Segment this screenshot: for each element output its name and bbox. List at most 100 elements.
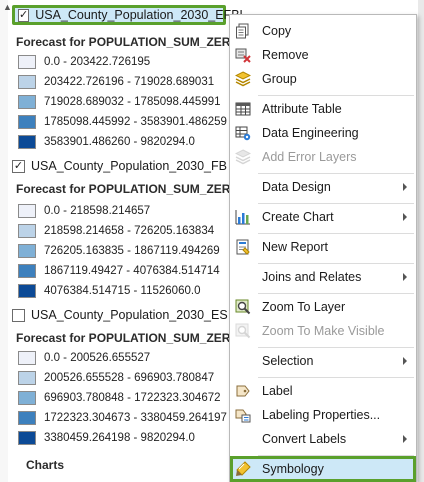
menu-item-data-design[interactable]: Data Design xyxy=(230,175,416,199)
legend-item: 1722323.304673 - 3380459.264197 xyxy=(18,410,227,426)
legend-item: 218598.214658 - 726205.163834 xyxy=(18,223,214,239)
menu-separator xyxy=(258,233,414,234)
legend-item: 203422.726196 - 719028.689031 xyxy=(18,74,214,90)
layer-visibility-checkbox[interactable]: ✓ xyxy=(12,159,25,173)
layer-name[interactable]: USA_County_Population_2030_FB xyxy=(31,159,227,173)
menu-label: Joins and Relates xyxy=(262,270,362,284)
menu-item-data-engineering[interactable]: Data Engineering xyxy=(230,121,416,145)
contents-scrollbar[interactable] xyxy=(0,0,8,482)
scroll-up-icon[interactable]: ▲ xyxy=(3,2,12,12)
submenu-arrow-icon xyxy=(403,357,407,365)
report-icon xyxy=(236,239,250,255)
table-icon xyxy=(235,102,251,116)
legend-swatch xyxy=(18,411,36,425)
legend-label: 4076384.514715 - 11526060.0 xyxy=(44,285,201,297)
legend-label: 0.0 - 203422.726195 xyxy=(44,56,151,68)
chart-icon xyxy=(235,210,250,225)
layer-row-efbl[interactable]: ✓ USA_County_Population_2030_EFBL xyxy=(12,5,246,25)
legend-item: 726205.163835 - 1867119.494269 xyxy=(18,243,220,259)
symbology-icon xyxy=(236,461,251,476)
legend-label: 696903.780848 - 1722323.304672 xyxy=(44,392,221,404)
menu-label: Add Error Layers xyxy=(262,150,357,164)
pane-scrollbar[interactable] xyxy=(418,0,424,482)
legend-item: 200526.655528 - 696903.780847 xyxy=(18,370,214,386)
legend-label: 203422.726196 - 719028.689031 xyxy=(44,76,215,88)
menu-separator xyxy=(258,377,414,378)
menu-label: Symbology xyxy=(262,462,324,476)
menu-item-copy[interactable]: Copy xyxy=(230,19,416,43)
legend-title: Forecast for POPULATION_SUM_ZEROS xyxy=(16,331,248,345)
legend-item: 1867119.49427 - 4076384.514714 xyxy=(18,263,220,279)
legend-label: 726205.163835 - 1867119.494269 xyxy=(44,245,220,257)
legend-label: 1785098.445992 - 3583901.486259 xyxy=(44,116,227,128)
legend-item: 0.0 - 200526.655527 xyxy=(18,350,150,366)
legend-swatch xyxy=(18,284,36,298)
menu-label: Zoom To Layer xyxy=(262,300,346,314)
legend-swatch xyxy=(18,115,36,129)
menu-separator xyxy=(258,293,414,294)
menu-label: Label xyxy=(262,384,293,398)
menu-item-create-chart[interactable]: Create Chart xyxy=(230,205,416,229)
menu-label: New Report xyxy=(262,240,328,254)
menu-item-convert-labels[interactable]: Convert Labels xyxy=(230,427,416,451)
menu-label: Remove xyxy=(262,48,309,62)
legend-item: 719028.689032 - 1785098.445991 xyxy=(18,94,221,110)
menu-item-attribute-table[interactable]: Attribute Table xyxy=(230,97,416,121)
copy-icon xyxy=(236,23,249,39)
menu-item-selection[interactable]: Selection xyxy=(230,349,416,373)
layer-context-menu: Copy Remove Group Attribute Table Data E… xyxy=(229,14,417,482)
legend-label: 3583901.486260 - 9820294.0 xyxy=(44,136,195,148)
legend-label: 1722323.304673 - 3380459.264197 xyxy=(44,412,227,424)
menu-item-labeling-properties[interactable]: Labeling Properties... xyxy=(230,403,416,427)
menu-item-new-report[interactable]: New Report xyxy=(230,235,416,259)
menu-separator xyxy=(258,173,414,174)
menu-label: Group xyxy=(262,72,297,86)
menu-item-add-error-layers[interactable]: Add Error Layers xyxy=(230,145,416,169)
legend-swatch xyxy=(18,135,36,149)
legend-item: 4076384.514715 - 11526060.0 xyxy=(18,283,200,299)
legend-swatch xyxy=(18,371,36,385)
error-layers-icon xyxy=(235,149,251,165)
menu-label: Selection xyxy=(262,354,314,368)
menu-label: Labeling Properties... xyxy=(262,408,381,422)
layer-visibility-checkbox[interactable]: ✓ xyxy=(18,8,30,22)
legend-label: 200526.655528 - 696903.780847 xyxy=(44,372,215,384)
menu-label: Zoom To Make Visible xyxy=(262,324,385,338)
menu-item-remove[interactable]: Remove xyxy=(230,43,416,67)
menu-item-symbology[interactable]: Symbology xyxy=(230,456,416,482)
legend-label: 218598.214658 - 726205.163834 xyxy=(44,225,215,237)
menu-item-zoom-to-layer[interactable]: Zoom To Layer xyxy=(230,295,416,319)
layer-visibility-checkbox[interactable] xyxy=(12,308,25,322)
legend-item: 3583901.486260 - 9820294.0 xyxy=(18,134,195,150)
menu-label: Convert Labels xyxy=(262,432,347,446)
legend-swatch xyxy=(18,224,36,238)
group-layers-icon xyxy=(235,71,251,87)
layer-name[interactable]: USA_County_Population_2030_EFBL xyxy=(35,8,246,22)
legend-swatch xyxy=(18,244,36,258)
legend-item: 0.0 - 203422.726195 xyxy=(18,54,150,70)
menu-item-zoom-to-make-visible[interactable]: Zoom To Make Visible xyxy=(230,319,416,343)
menu-separator xyxy=(258,347,414,348)
menu-item-label[interactable]: Label xyxy=(230,379,416,403)
layer-row-fb[interactable]: ✓ USA_County_Population_2030_FB xyxy=(12,156,227,176)
menu-separator xyxy=(258,263,414,264)
legend-item: 3380459.264198 - 9820294.0 xyxy=(18,430,195,446)
legend-label: 0.0 - 218598.214657 xyxy=(44,205,151,217)
label-icon xyxy=(236,385,250,397)
legend-label: 3380459.264198 - 9820294.0 xyxy=(44,432,195,444)
legend-label: 719028.689032 - 1785098.445991 xyxy=(44,96,221,108)
legend-title: Forecast for POPULATION_SUM_ZEROS xyxy=(16,182,248,196)
menu-label: Data Design xyxy=(262,180,331,194)
layer-name[interactable]: USA_County_Population_2030_ES xyxy=(31,308,228,322)
layer-row-es[interactable]: USA_County_Population_2030_ES xyxy=(12,305,228,325)
legend-swatch xyxy=(18,204,36,218)
menu-label: Create Chart xyxy=(262,210,334,224)
menu-label: Data Engineering xyxy=(262,126,359,140)
menu-label: Attribute Table xyxy=(262,102,342,116)
data-engineering-icon xyxy=(235,126,251,141)
legend-item: 696903.780848 - 1722323.304672 xyxy=(18,390,221,406)
legend-swatch xyxy=(18,351,36,365)
menu-item-joins-and-relates[interactable]: Joins and Relates xyxy=(230,265,416,289)
menu-item-group[interactable]: Group xyxy=(230,67,416,91)
submenu-arrow-icon xyxy=(403,183,407,191)
